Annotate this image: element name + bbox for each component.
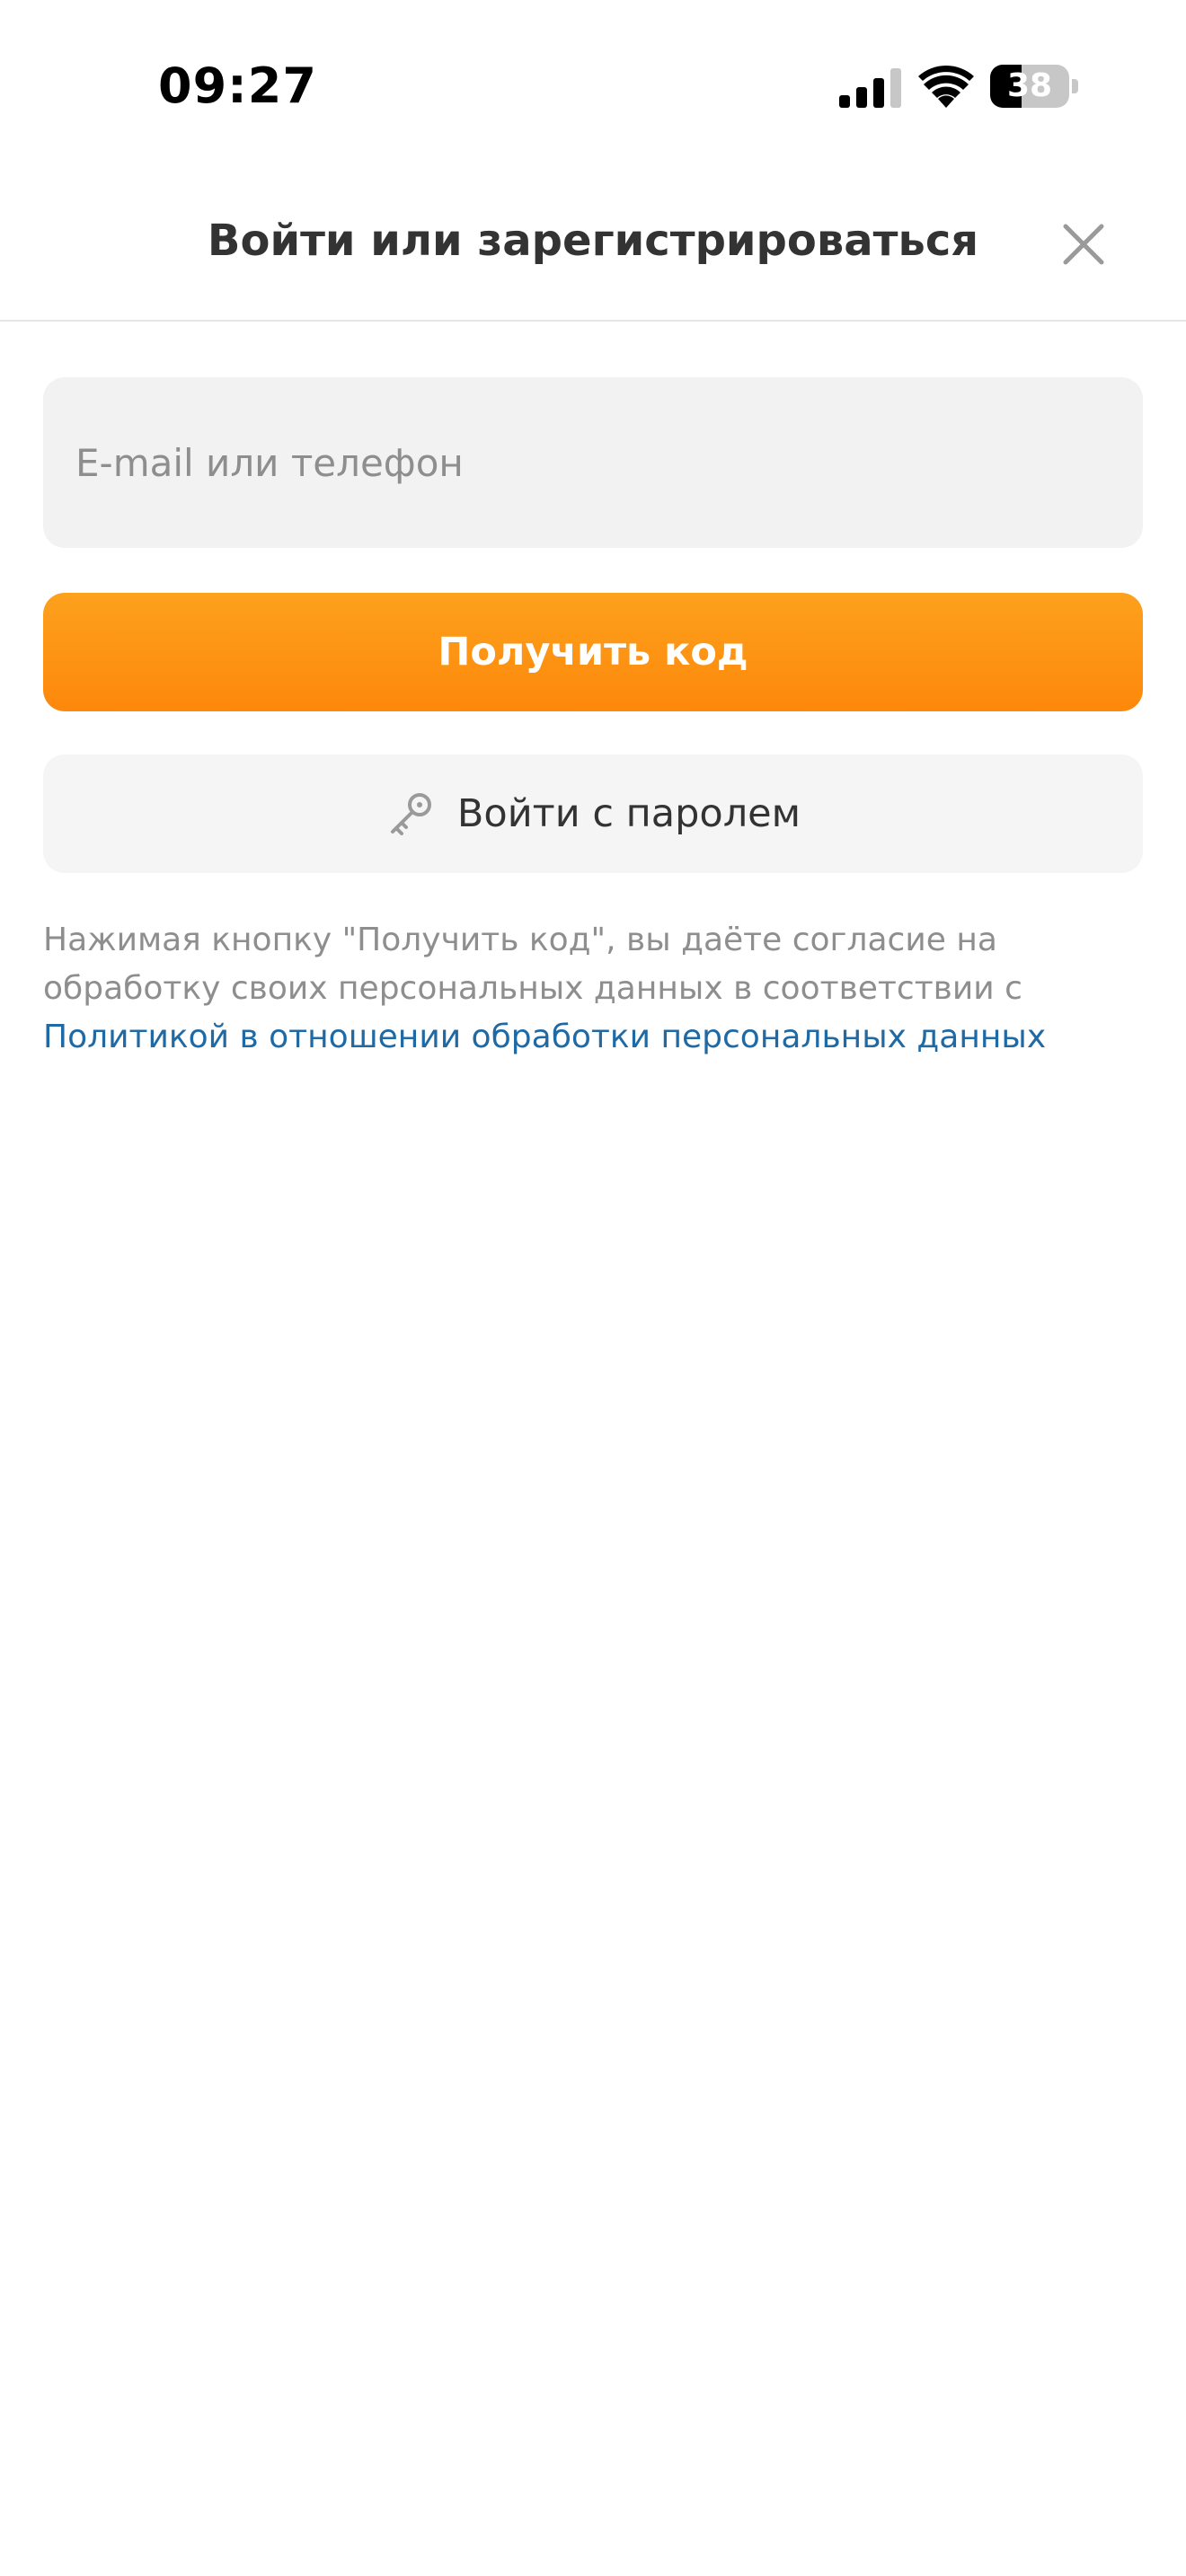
battery-level: 38 (1006, 67, 1053, 104)
email-or-phone-input[interactable] (43, 377, 1143, 548)
modal-header: Войти или зарегистрироваться (0, 171, 1186, 322)
close-icon[interactable] (1057, 217, 1111, 271)
cellular-signal-icon (839, 68, 901, 108)
login-with-password-label: Войти с паролем (456, 791, 801, 836)
status-time: 09:27 (158, 57, 317, 114)
page-title: Войти или зарегистрироваться (207, 216, 979, 266)
battery-cap (1072, 79, 1078, 93)
consent-body: Нажимая кнопку "Получить код", вы даёте … (43, 922, 1022, 1007)
battery-icon: 38 (990, 65, 1080, 108)
consent-text: Нажимая кнопку "Получить код", вы даёте … (43, 916, 1143, 1062)
privacy-policy-link[interactable]: Политикой в отношении обработки персонал… (43, 1019, 1046, 1055)
login-with-password-button[interactable]: Войти с паролем (43, 754, 1143, 873)
login-screen: 09:27 38 Войти или зарегистрироваться По… (0, 0, 1186, 2576)
get-code-button[interactable]: Получить код (43, 593, 1143, 711)
wifi-icon (918, 65, 974, 108)
status-bar: 09:27 38 (0, 0, 1186, 171)
key-icon (390, 793, 431, 835)
